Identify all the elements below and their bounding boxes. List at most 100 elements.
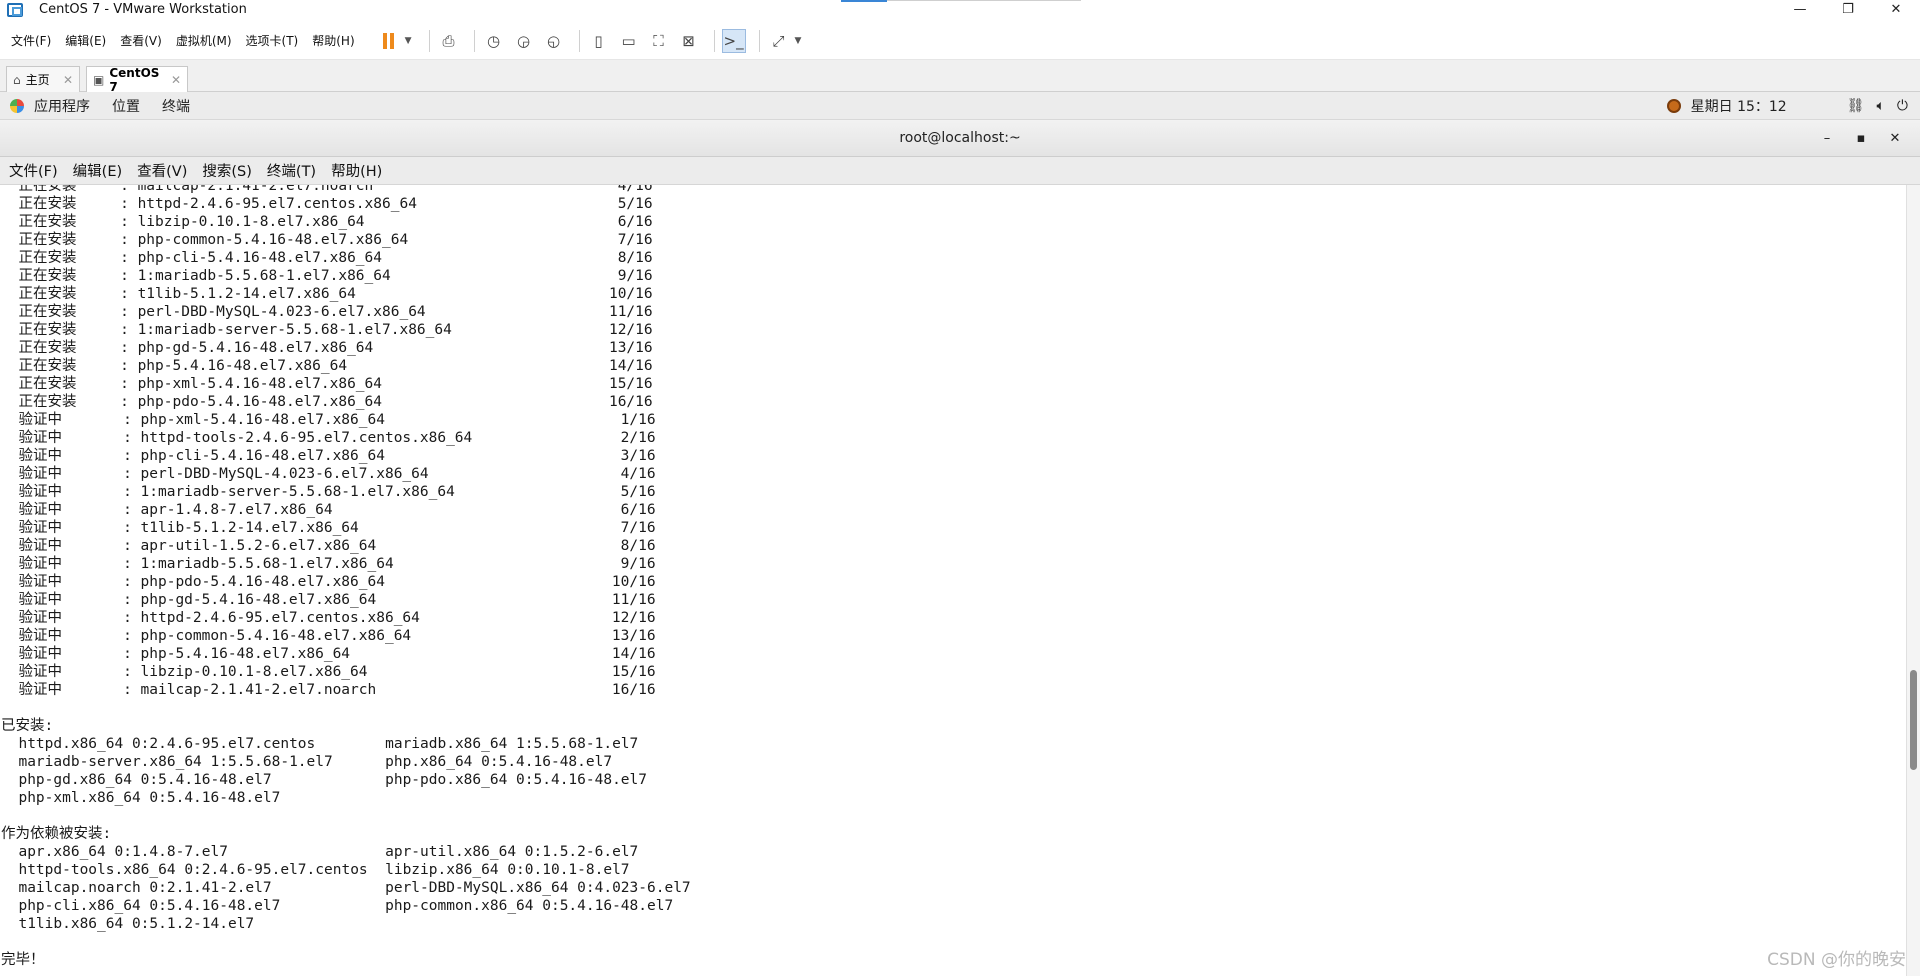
console-view-icon[interactable]: >_ (721, 28, 746, 53)
panel-terminal[interactable]: 终端 (162, 96, 190, 116)
menu-file[interactable]: 文件(F) (11, 32, 51, 49)
close-button[interactable]: ✕ (1872, 0, 1920, 19)
terminal-line: 验证中 : apr-1.4.8-7.el7.x86_64 6/16 (1, 502, 656, 518)
power-dropdown-icon[interactable]: ▼ (405, 36, 412, 46)
terminal-output[interactable]: 正在安装 : mailcap-2.1.41-2.el7.noarch 4/16 … (0, 185, 1906, 976)
terminal-line: 正在安装 : libzip-0.10.1-8.el7.x86_64 6/16 (1, 214, 653, 230)
tab-home-label: 主页 (25, 73, 50, 87)
terminal-line: 验证中 : php-gd-5.4.16-48.el7.x86_64 11/16 (1, 592, 656, 608)
terminal-line: 验证中 : php-cli-5.4.16-48.el7.x86_64 3/16 (1, 448, 656, 464)
terminal-line: 已安装: (1, 718, 54, 734)
terminal-minimize-button[interactable]: – (1810, 131, 1844, 146)
terminal-line: 正在安装 : php-common-5.4.16-48.el7.x86_64 7… (1, 232, 653, 248)
terminal-line: 正在安装 : php-gd-5.4.16-48.el7.x86_64 13/16 (1, 340, 653, 356)
menu-vm[interactable]: 虚拟机(M) (176, 32, 232, 49)
revert-snapshot-icon[interactable]: ◶ (512, 29, 536, 53)
vmware-tabbar: ⌂ 主页 ✕ ▣ CentOS 7 ✕ (0, 60, 1920, 94)
menu-view[interactable]: 查看(V) (120, 32, 162, 49)
terminal-line: 正在安装 : 1:mariadb-server-5.5.68-1.el7.x86… (1, 322, 653, 338)
sidebar-toggle-icon[interactable]: ▯ (587, 29, 611, 53)
terminal-line: 正在安装 : php-xml-5.4.16-48.el7.x86_64 15/1… (1, 376, 653, 392)
scrollbar-thumb[interactable] (1910, 670, 1917, 770)
send-ctrl-alt-del-icon[interactable]: ⎙ (437, 29, 461, 53)
tab-centos7-label: CentOS 7 (109, 66, 160, 94)
terminal-menu-search[interactable]: 搜索(S) (202, 160, 252, 181)
terminal-line: 正在安装 : mailcap-2.1.41-2.el7.noarch 4/16 (1, 185, 653, 194)
terminal-line: mariadb-server.x86_64 1:5.5.68-1.el7 php… (1, 754, 613, 770)
terminal-menu-terminal[interactable]: 终端(T) (267, 160, 316, 181)
terminal-line: mailcap.noarch 0:2.1.41-2.el7 perl-DBD-M… (1, 880, 691, 896)
terminal-line: 正在安装 : 1:mariadb-5.5.68-1.el7.x86_64 9/1… (1, 268, 653, 284)
terminal-line: 正在安装 : php-pdo-5.4.16-48.el7.x86_64 16/1… (1, 394, 653, 410)
panel-applications[interactable]: 应用程序 (34, 96, 90, 116)
volume-icon[interactable]: 🔈︎ (1877, 98, 1885, 114)
terminal-menubar: 文件(F) 编辑(E) 查看(V) 搜索(S) 终端(T) 帮助(H) (0, 157, 1920, 185)
tab-home[interactable]: ⌂ 主页 ✕ (6, 66, 80, 92)
terminal-window-controls: – ▪ ✕ (1810, 120, 1912, 157)
menu-help[interactable]: 帮助(H) (312, 32, 354, 49)
toolbar-divider (578, 29, 580, 52)
terminal-line: 验证中 : httpd-tools-2.4.6-95.el7.centos.x8… (1, 430, 656, 446)
terminal-menu-edit[interactable]: 编辑(E) (73, 160, 122, 181)
tab-close-icon[interactable]: ✕ (63, 73, 73, 87)
vmware-menu: 文件(F) 编辑(E) 查看(V) 虚拟机(M) 选项卡(T) 帮助(H) (11, 32, 369, 49)
window-title: CentOS 7 - VMware Workstation (39, 2, 247, 17)
toolbar-divider (758, 29, 760, 52)
menu-tabs[interactable]: 选项卡(T) (246, 32, 299, 49)
terminal-line: 验证中 : php-5.4.16-48.el7.x86_64 14/16 (1, 646, 656, 662)
toolbar-divider (428, 29, 430, 52)
vm-icon: ▣ (93, 73, 105, 87)
clock-icon (1666, 99, 1681, 113)
stretch-dropdown-icon[interactable]: ▼ (795, 36, 802, 46)
tab-centos7[interactable]: ▣ CentOS 7 ✕ (86, 66, 188, 94)
terminal-line: 完毕！ (1, 952, 45, 968)
terminal-close-button[interactable]: ✕ (1878, 131, 1912, 146)
panel-clock[interactable]: 星期日 15：12 (1691, 96, 1787, 116)
applications-icon[interactable] (10, 98, 24, 113)
thumbnail-bar-icon[interactable]: ▭ (617, 29, 641, 53)
watermark: CSDN @你的晚安 (1767, 950, 1906, 970)
power-icon[interactable]: ⏻ (1897, 98, 1908, 114)
terminal-menu-view[interactable]: 查看(V) (137, 160, 187, 181)
panel-places[interactable]: 位置 (112, 96, 140, 116)
panel-status-area: 星期日 15：12 ⛓ 🔈︎ ⏻ (1666, 92, 1908, 120)
terminal-line: t1lib.x86_64 0:5.1.2-14.el7 (1, 916, 255, 932)
terminal-line: 正在安装 : php-cli-5.4.16-48.el7.x86_64 8/16 (1, 250, 653, 266)
terminal-menu-help[interactable]: 帮助(H) (331, 160, 382, 181)
unity-icon[interactable]: ⊠ (677, 29, 701, 53)
terminal-title: root@localhost:~ (899, 130, 1021, 146)
restore-button[interactable]: ❐ (1824, 0, 1872, 19)
terminal-line: 验证中 : httpd-2.4.6-95.el7.centos.x86_64 1… (1, 610, 656, 626)
terminal-line: 作为依赖被安装: (1, 826, 112, 842)
terminal-maximize-button[interactable]: ▪ (1844, 131, 1878, 146)
terminal-line: 正在安装 : php-5.4.16-48.el7.x86_64 14/16 (1, 358, 653, 374)
terminal-line: httpd-tools.x86_64 0:2.4.6-95.el7.centos… (1, 862, 630, 878)
minimize-button[interactable]: — (1776, 0, 1824, 19)
network-icon[interactable]: ⛓ (1847, 98, 1865, 114)
title-accent (841, 0, 887, 2)
stretch-icon[interactable]: ⤢ (767, 29, 791, 53)
terminal-lines: 正在安装 : mailcap-2.1.41-2.el7.noarch 4/16 … (1, 185, 691, 969)
snapshot-manager-icon[interactable]: ◵ (542, 29, 566, 53)
terminal-line: 验证中 : 1:mariadb-5.5.68-1.el7.x86_64 9/16 (1, 556, 656, 572)
terminal-line: 验证中 : 1:mariadb-server-5.5.68-1.el7.x86_… (1, 484, 656, 500)
snapshot-icon[interactable]: ◷ (482, 29, 506, 53)
vmware-logo-icon (7, 2, 23, 17)
tab-close-icon[interactable]: ✕ (171, 73, 181, 87)
terminal-menu-file[interactable]: 文件(F) (9, 160, 58, 181)
vmware-titlebar: CentOS 7 - VMware Workstation — ❐ ✕ (0, 0, 1920, 19)
terminal-line: 验证中 : perl-DBD-MySQL-4.023-6.el7.x86_64 … (1, 466, 656, 482)
menu-edit[interactable]: 编辑(E) (65, 32, 106, 49)
pause-icon[interactable] (377, 29, 401, 53)
terminal-line: php-xml.x86_64 0:5.4.16-48.el7 (1, 790, 281, 806)
terminal-scrollbar[interactable] (1906, 185, 1920, 976)
home-icon: ⌂ (13, 72, 21, 87)
terminal-line: 正在安装 : perl-DBD-MySQL-4.023-6.el7.x86_64… (1, 304, 653, 320)
vmware-toolbar: ▼ ⎙ ◷ ◶ ◵ ▯ ▭ ⛶ ⊠ >_ ⤢ ▼ (377, 28, 812, 53)
terminal-line: 验证中 : php-common-5.4.16-48.el7.x86_64 13… (1, 628, 656, 644)
title-accent-line (887, 0, 1081, 1)
fullscreen-icon[interactable]: ⛶ (647, 29, 671, 53)
